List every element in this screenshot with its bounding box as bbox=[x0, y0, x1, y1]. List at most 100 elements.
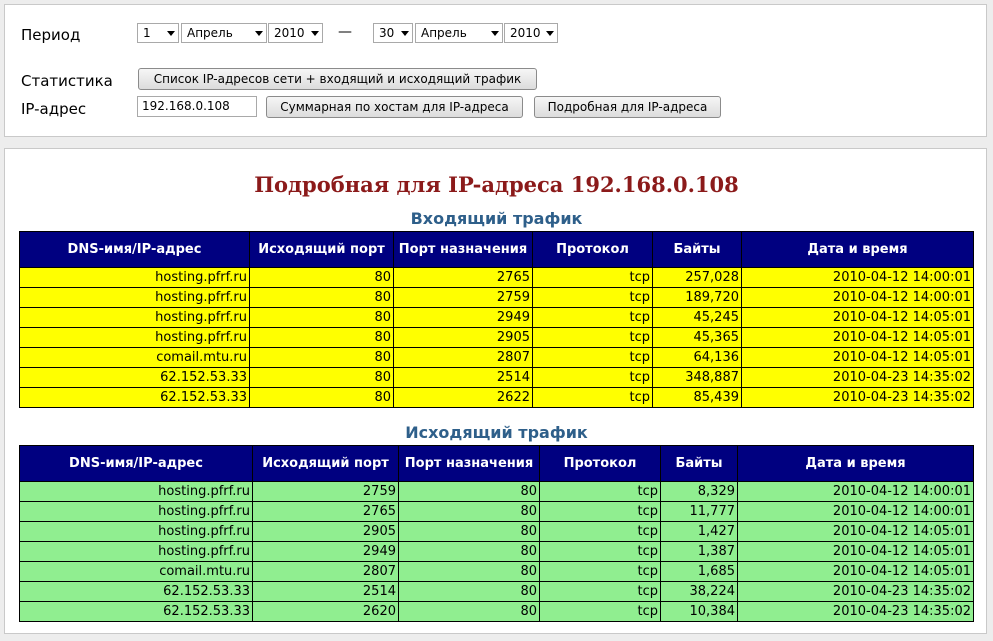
table-row: hosting.pfrf.ru 80 2759 tcp 189,720 2010-04-1… bbox=[19, 287, 974, 308]
bytes-cell: 348,887 bbox=[652, 367, 742, 388]
bytes-cell: 1,387 bbox=[660, 541, 738, 562]
datetime-cell: 2010-04-12 14:00:01 bbox=[741, 267, 974, 288]
datetime-cell: 2010-04-23 14:35:02 bbox=[741, 387, 974, 408]
dest-port-cell: 2514 bbox=[393, 367, 533, 388]
source-port-cell: 80 bbox=[249, 367, 394, 388]
table-row: comail.mtu.ru 80 2807 tcp 64,136 2010-04-12 1… bbox=[19, 347, 974, 368]
chevron-down-icon bbox=[167, 31, 175, 36]
table-row: hosting.pfrf.ru 2759 80 tcp 8,329 2010-04-12 … bbox=[19, 481, 974, 502]
column-header: Исходящий порт bbox=[252, 445, 399, 482]
table-row: 62.152.53.33 80 2622 tcp 85,439 2010-04-23 14… bbox=[19, 387, 974, 408]
host-cell: comail.mtu.ru bbox=[19, 347, 250, 368]
column-header: Порт назначения bbox=[398, 445, 540, 482]
outgoing-caption: Исходящий трафик bbox=[405, 423, 588, 442]
ip-address-label: IP-адрес bbox=[21, 100, 87, 118]
datetime-cell: 2010-04-12 14:00:01 bbox=[741, 287, 974, 308]
host-cell: 62.152.53.33 bbox=[19, 601, 253, 622]
protocol-cell: tcp bbox=[539, 521, 661, 542]
host-cell: 62.152.53.33 bbox=[19, 367, 250, 388]
protocol-cell: tcp bbox=[539, 601, 661, 622]
chevron-down-icon bbox=[491, 31, 499, 36]
dest-port-cell: 2759 bbox=[393, 287, 533, 308]
summary-by-hosts-button[interactable]: Суммарная по хостам для IP-адреса bbox=[266, 96, 523, 118]
datetime-cell: 2010-04-12 14:00:01 bbox=[737, 481, 974, 502]
table-header-row: DNS-имя/IP-адрес Исходящий порт Порт наз… bbox=[19, 445, 974, 482]
source-port-cell: 80 bbox=[249, 267, 394, 288]
bytes-cell: 85,439 bbox=[652, 387, 742, 408]
datetime-cell: 2010-04-12 14:05:01 bbox=[741, 347, 974, 368]
from-day-value: 1 bbox=[143, 26, 151, 40]
from-month-select[interactable]: Апрель bbox=[181, 23, 267, 43]
dest-port-cell: 80 bbox=[398, 601, 540, 622]
dest-port-cell: 80 bbox=[398, 561, 540, 582]
ip-address-input[interactable]: 192.168.0.108 bbox=[137, 96, 257, 117]
source-port-cell: 80 bbox=[249, 387, 394, 408]
source-port-cell: 2905 bbox=[252, 521, 399, 542]
bytes-cell: 10,384 bbox=[660, 601, 738, 622]
table-header-row: DNS-имя/IP-адрес Исходящий порт Порт наз… bbox=[19, 231, 974, 268]
source-port-cell: 80 bbox=[249, 287, 394, 308]
to-month-value: Апрель bbox=[421, 26, 467, 40]
datetime-cell: 2010-04-12 14:00:01 bbox=[737, 501, 974, 522]
report-title: Подробная для IP-адреса 192.168.0.108 bbox=[254, 172, 739, 197]
period-label: Период bbox=[21, 26, 81, 44]
protocol-cell: tcp bbox=[532, 307, 653, 328]
datetime-cell: 2010-04-12 14:05:01 bbox=[737, 521, 974, 542]
dest-port-cell: 80 bbox=[398, 521, 540, 542]
datetime-cell: 2010-04-23 14:35:02 bbox=[737, 601, 974, 622]
host-cell: hosting.pfrf.ru bbox=[19, 267, 250, 288]
chevron-down-icon bbox=[401, 31, 409, 36]
source-port-cell: 2759 bbox=[252, 481, 399, 502]
to-year-select[interactable]: 2010 bbox=[504, 23, 558, 43]
dest-port-cell: 2622 bbox=[393, 387, 533, 408]
protocol-cell: tcp bbox=[539, 501, 661, 522]
table-row: hosting.pfrf.ru 80 2905 tcp 45,365 2010-04-12… bbox=[19, 327, 974, 348]
network-ip-list-button[interactable]: Список IP-адресов сети + входящий и исхо… bbox=[138, 68, 537, 90]
bytes-cell: 189,720 bbox=[652, 287, 742, 308]
host-cell: hosting.pfrf.ru bbox=[19, 501, 253, 522]
detailed-report-button[interactable]: Подробная для IP-адреса bbox=[534, 96, 721, 118]
to-day-select[interactable]: 30 bbox=[373, 23, 413, 43]
from-day-select[interactable]: 1 bbox=[137, 23, 179, 43]
table-row: hosting.pfrf.ru 80 2765 tcp 257,028 2010-04-1… bbox=[19, 267, 974, 288]
result-panel: Подробная для IP-адреса 192.168.0.108 Вх… bbox=[4, 148, 987, 634]
column-header: Исходящий порт bbox=[249, 231, 394, 268]
table-row: 62.152.53.33 2620 80 tcp 10,384 2010-04-23 14… bbox=[19, 601, 974, 622]
outgoing-traffic-table: DNS-имя/IP-адрес Исходящий порт Порт наз… bbox=[19, 445, 974, 622]
column-header: Протокол bbox=[532, 231, 653, 268]
from-year-select[interactable]: 2010 bbox=[268, 23, 323, 43]
column-header: Байты bbox=[652, 231, 742, 268]
host-cell: 62.152.53.33 bbox=[19, 581, 253, 602]
chevron-down-icon bbox=[546, 31, 554, 36]
datetime-cell: 2010-04-12 14:05:01 bbox=[741, 327, 974, 348]
column-header: DNS-имя/IP-адрес bbox=[19, 231, 250, 268]
dest-port-cell: 80 bbox=[398, 581, 540, 602]
bytes-cell: 257,028 bbox=[652, 267, 742, 288]
incoming-caption: Входящий трафик bbox=[410, 209, 583, 228]
datetime-cell: 2010-04-12 14:05:01 bbox=[737, 541, 974, 562]
protocol-cell: tcp bbox=[532, 327, 653, 348]
column-header: Дата и время bbox=[741, 231, 974, 268]
bytes-cell: 1,685 bbox=[660, 561, 738, 582]
protocol-cell: tcp bbox=[539, 541, 661, 562]
to-year-value: 2010 bbox=[510, 26, 541, 40]
host-cell: hosting.pfrf.ru bbox=[19, 307, 250, 328]
table-row: hosting.pfrf.ru 2905 80 tcp 1,427 2010-04-12 … bbox=[19, 521, 974, 542]
filter-panel: Период 1 Апрель 2010 — 30 Апрель 2010 Ст… bbox=[4, 4, 987, 137]
period-separator: — bbox=[338, 24, 352, 40]
dest-port-cell: 80 bbox=[398, 501, 540, 522]
bytes-cell: 38,224 bbox=[660, 581, 738, 602]
table-row: comail.mtu.ru 2807 80 tcp 1,685 2010-04-12 14… bbox=[19, 561, 974, 582]
bytes-cell: 1,427 bbox=[660, 521, 738, 542]
dest-port-cell: 80 bbox=[398, 541, 540, 562]
datetime-cell: 2010-04-12 14:05:01 bbox=[741, 307, 974, 328]
from-month-value: Апрель bbox=[187, 26, 233, 40]
to-month-select[interactable]: Апрель bbox=[415, 23, 503, 43]
source-port-cell: 80 bbox=[249, 307, 394, 328]
column-header: Порт назначения bbox=[393, 231, 533, 268]
incoming-traffic-table: DNS-имя/IP-адрес Исходящий порт Порт наз… bbox=[19, 231, 974, 408]
protocol-cell: tcp bbox=[539, 581, 661, 602]
source-port-cell: 80 bbox=[249, 347, 394, 368]
dest-port-cell: 2807 bbox=[393, 347, 533, 368]
dest-port-cell: 2765 bbox=[393, 267, 533, 288]
